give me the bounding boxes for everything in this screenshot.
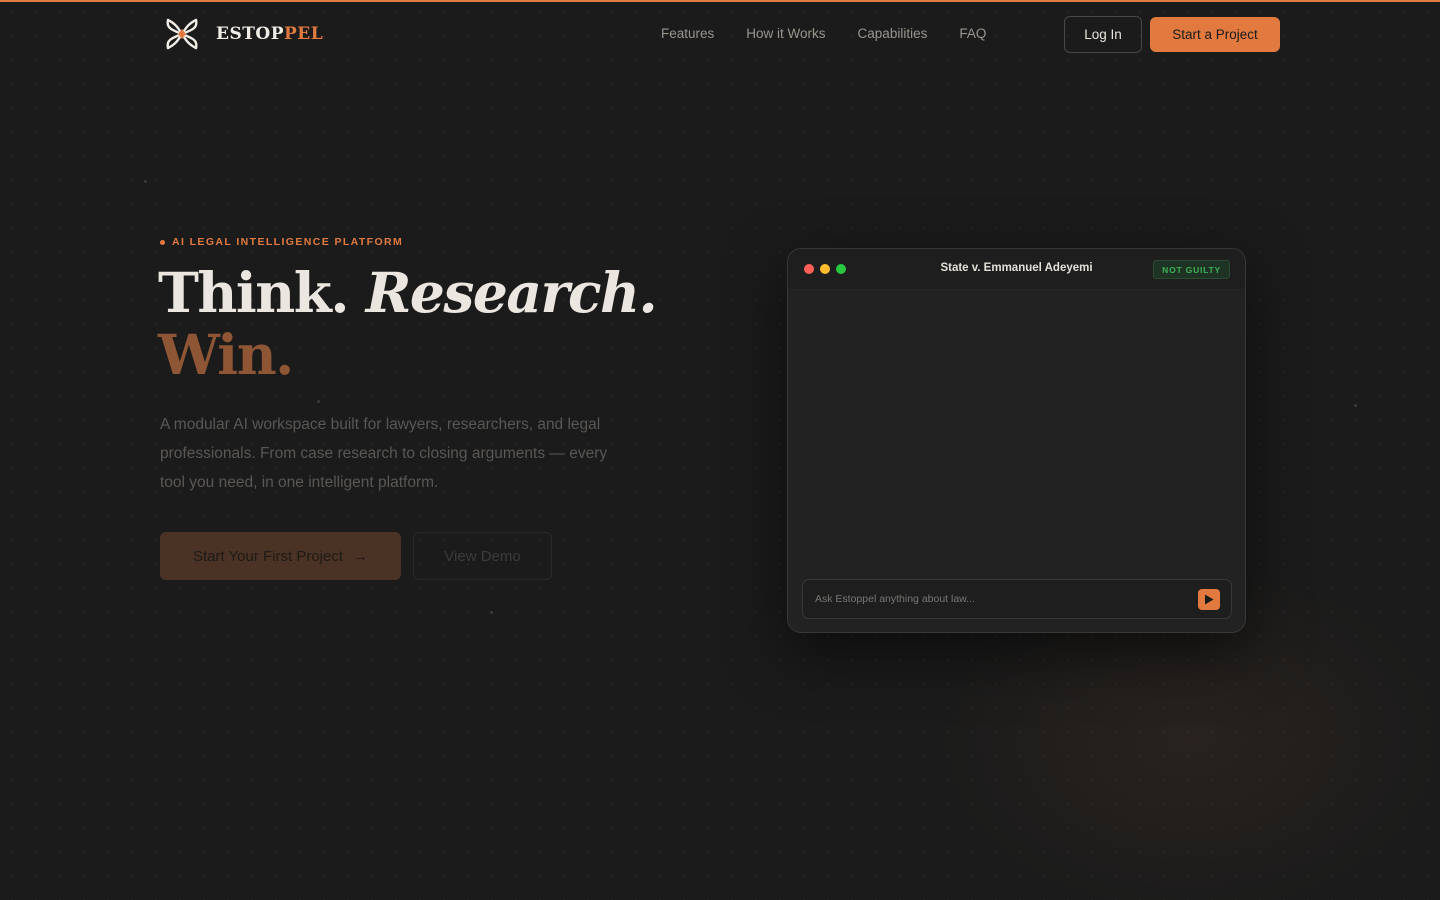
decor-speck: [1354, 404, 1357, 407]
headline-research: Research.: [365, 260, 658, 325]
decor-speck: [490, 611, 493, 614]
chat-input[interactable]: [815, 580, 1185, 618]
brand-logo[interactable]: ESTOPPEL: [162, 14, 323, 54]
chat-input-bar: [802, 579, 1232, 619]
nav-link-capabilities[interactable]: Capabilities: [858, 26, 928, 41]
headline-think: Think.: [158, 260, 350, 325]
hero-subtitle: A modular AI workspace built for lawyers…: [160, 416, 608, 491]
headline-win: Win.: [158, 322, 294, 387]
nav-link-how-it-works[interactable]: How it Works: [746, 26, 825, 41]
chat-messages-area: [788, 290, 1245, 578]
eyebrow-text: AI LEGAL INTELLIGENCE PLATFORM: [172, 236, 404, 248]
login-button[interactable]: Log In: [1064, 16, 1142, 53]
top-nav: ESTOPPEL Features How it Works Capabilit…: [0, 2, 1440, 66]
brand-name: ESTOPPEL: [216, 24, 324, 44]
start-project-button[interactable]: Start a Project: [1150, 17, 1280, 52]
case-chat-window: State v. Emmanuel Adeyemi NOT GUILTY: [787, 248, 1246, 633]
verdict-badge: NOT GUILTY: [1153, 260, 1230, 279]
window-title-bar: State v. Emmanuel Adeyemi NOT GUILTY: [788, 249, 1245, 290]
nav-link-faq[interactable]: FAQ: [959, 26, 986, 41]
hero-eyebrow: AI LEGAL INTELLIGENCE PLATFORM: [160, 236, 403, 248]
decor-speck: [317, 400, 320, 403]
cta-primary-label: Start Your First Project: [192, 547, 344, 565]
nav-link-features[interactable]: Features: [661, 26, 714, 41]
play-send-icon: [1205, 594, 1214, 605]
view-demo-button[interactable]: View Demo: [413, 532, 552, 580]
eyebrow-dot-icon: [160, 239, 165, 245]
arrow-right-icon: →: [353, 547, 369, 565]
decor-speck: [144, 180, 147, 183]
send-button[interactable]: [1198, 589, 1220, 610]
nav-links: Features How it Works Capabilities FAQ: [661, 26, 986, 41]
hero-headline: Think. Research. Win.: [158, 262, 718, 386]
start-first-project-button[interactable]: Start Your First Project →: [160, 532, 401, 580]
estoppel-logo-icon: [166, 18, 198, 50]
